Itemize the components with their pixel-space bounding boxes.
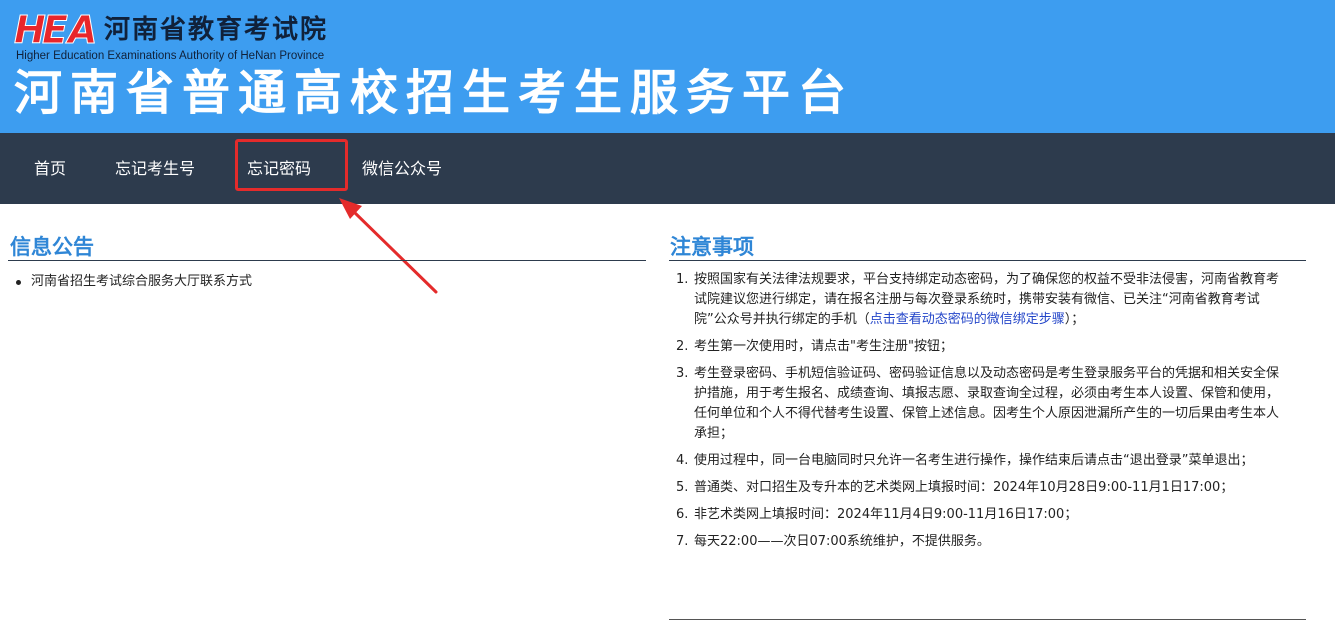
notices-bottom-divider [669,619,1306,620]
list-item: 1. 按照国家有关法律法规要求，平台支持绑定动态密码，为了确保您的权益不受非法侵… [676,272,1280,327]
announcements-divider [8,260,646,261]
notices-list: 1. 按照国家有关法律法规要求，平台支持绑定动态密码，为了确保您的权益不受非法侵… [676,270,1286,559]
site-header: H E A 河南省教育考试院 Higher Education Examinat… [0,0,1335,133]
arrow-shaft [350,208,438,294]
forgot-password-highlight-box [235,139,348,191]
list-item: 6. 非艺术类网上填报时间：2024年11月4日9:00-11月16日17:00… [676,507,1078,522]
announcements-list: 河南省招生考试综合服务大厅联系方式 [16,272,252,292]
announcement-link[interactable]: 河南省招生考试综合服务大厅联系方式 [31,272,252,292]
org-name-cn: 河南省教育考试院 [104,15,329,45]
list-item[interactable]: 河南省招生考试综合服务大厅联系方式 [16,272,252,292]
list-item: 2. 考生第一次使用时，请点击"考生注册"按钮； [676,339,953,354]
notices-title: 注意事项 [670,235,754,259]
org-name-en: Higher Education Examinations Authority … [16,50,325,62]
hea-logo-icon: H E A [14,8,98,53]
list-item: 3. 考生登录密码、手机短信验证码、密码验证信息以及动态密码是考生登录服务平台的… [676,366,1280,441]
announcements-title: 信息公告 [10,235,94,259]
platform-title: 河南省普通高校招生考生服务平台 [14,65,855,121]
nav-item-forgot-examinee-number[interactable]: 忘记考生号 [115,133,195,204]
list-item: 5. 普通类、对口招生及专升本的艺术类网上填报时间：2024年10月28日9:0… [676,480,1234,495]
main-nav: 首页 忘记考生号 忘记密码 微信公众号 [0,133,1335,204]
wechat-binding-steps-link[interactable]: 点击查看动态密码的微信绑定步骤 [870,312,1065,327]
nav-item-home[interactable]: 首页 [34,133,66,204]
nav-item-wechat-account[interactable]: 微信公众号 [362,133,442,204]
bullet-icon [16,279,21,285]
logo-row: H E A 河南省教育考试院 [14,8,329,53]
notices-divider [669,260,1306,261]
list-item: 7. 每天22:00——次日07:00系统维护，不提供服务。 [676,534,990,549]
list-item: 4. 使用过程中，同一台电脑同时只允许一名考生进行操作，操作结束后请点击“退出登… [676,453,1254,468]
